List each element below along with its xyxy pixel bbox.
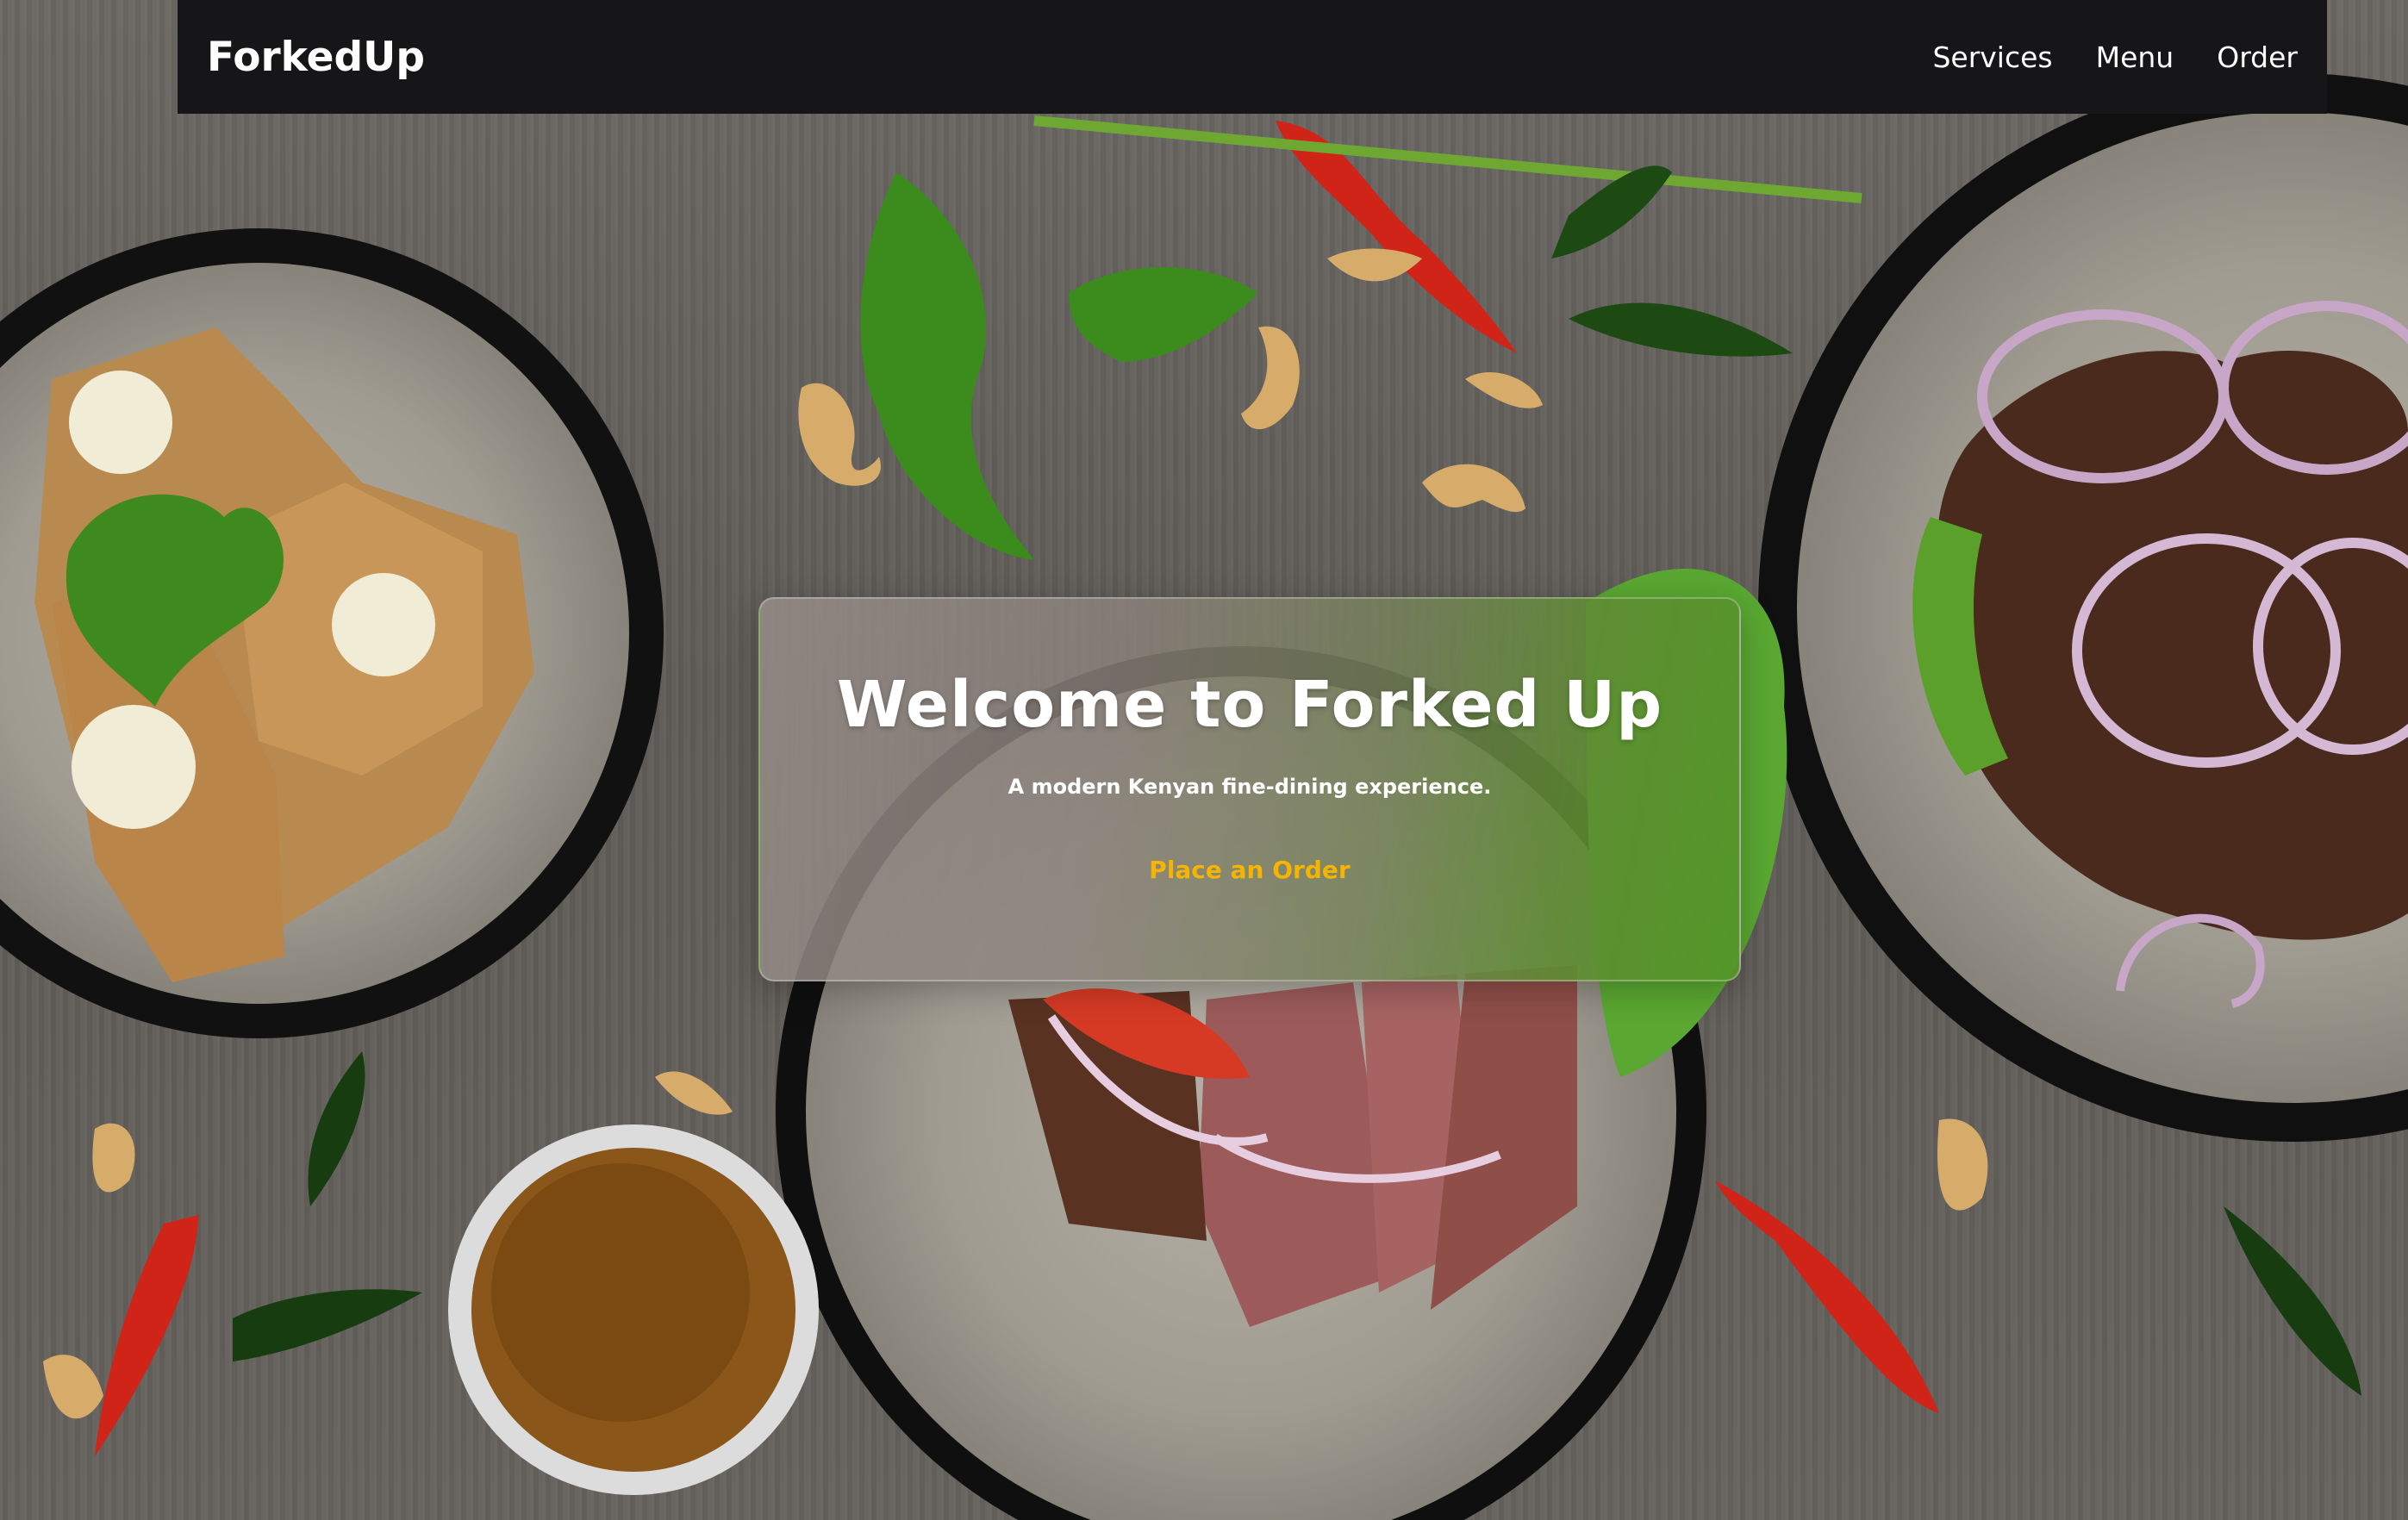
right-plate [1758,73,2408,1142]
hero-card: Welcome to Forked Up A modern Kenyan fin… [758,597,1741,981]
nav-link-services[interactable]: Services [1932,40,2052,74]
nav-link-menu[interactable]: Menu [2096,40,2174,74]
brand-logo[interactable]: ForkedUp [207,34,425,81]
left-plate [0,228,664,1038]
sauce-bowl [448,1124,819,1495]
nav-link-order[interactable]: Order [2217,40,2298,74]
place-order-button[interactable]: Place an Order [1149,856,1350,884]
hero-title: Welcome to Forked Up [836,668,1663,742]
landing-page: ForkedUp Services Menu Order Welcome to … [0,0,2408,1520]
top-navbar: ForkedUp Services Menu Order [178,0,2327,114]
hero-subtitle: A modern Kenyan fine-dining experience. [1007,775,1492,799]
nav-links: Services Menu Order [1932,40,2298,74]
